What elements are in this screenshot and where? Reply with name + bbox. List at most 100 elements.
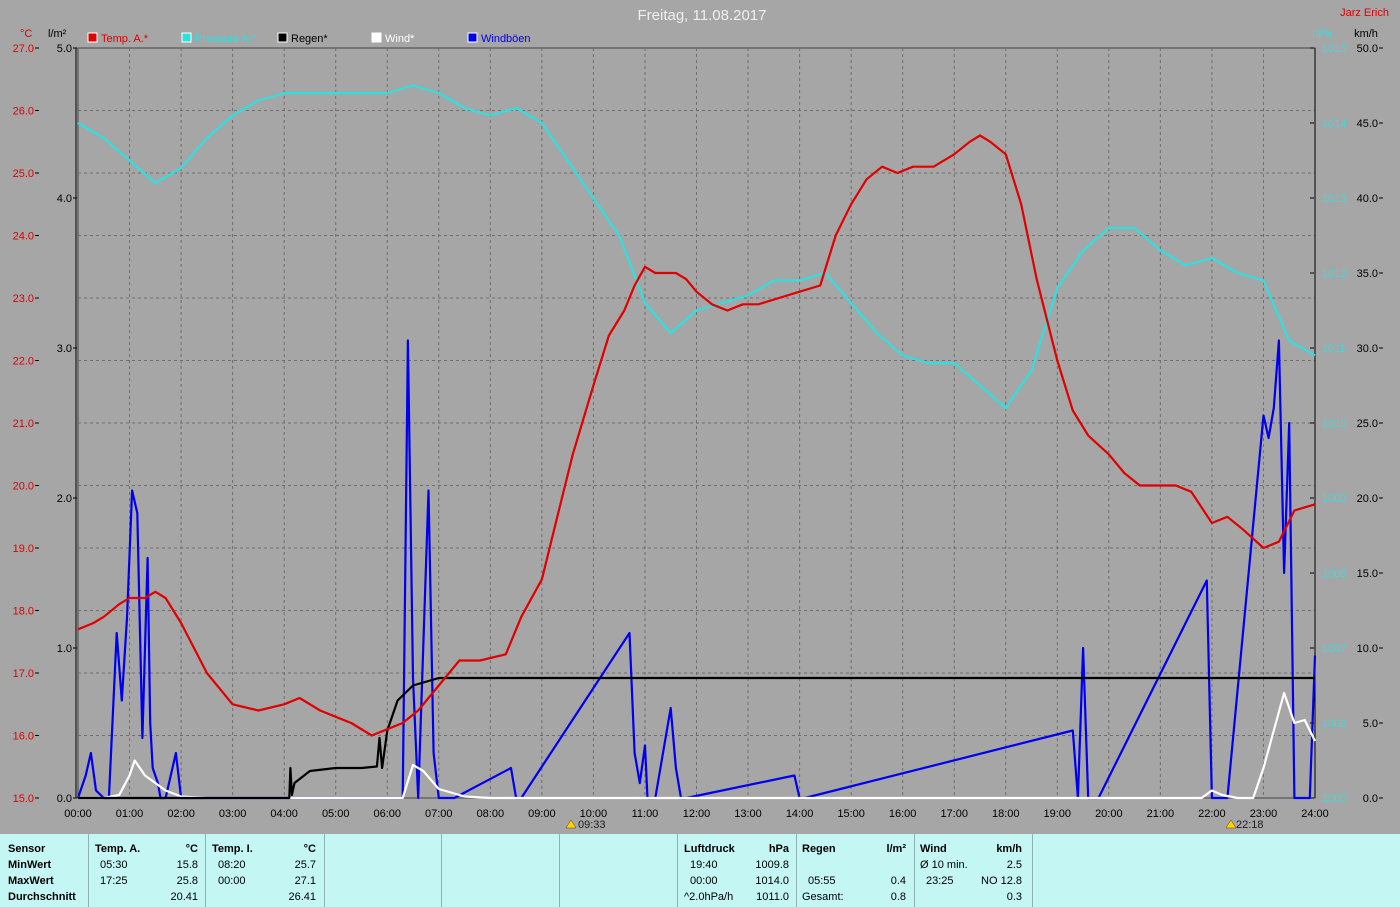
pressure-max-value: 1014.0	[755, 875, 789, 887]
wind-tick: 45.0	[1357, 118, 1378, 130]
wind-tick: 25.0	[1357, 418, 1378, 430]
rain-tick: 2.0	[57, 493, 72, 505]
wind-tick: 10.0	[1357, 643, 1378, 655]
wind-avg: 0.3	[1006, 891, 1022, 903]
rain-tick: 5.0	[57, 43, 72, 55]
temp-tick: 25.0	[13, 168, 34, 180]
legend-swatch	[371, 32, 382, 43]
wind-unit-label: km/h	[1354, 28, 1378, 40]
temp-a-title: Temp. A.	[95, 843, 141, 855]
pressure-tick: 1005	[1322, 793, 1346, 805]
wind-unit: km/h	[996, 843, 1022, 855]
rain-total: 0.8	[890, 891, 906, 903]
temp-tick: 26.0	[13, 106, 34, 118]
x-tick: 09:00	[528, 808, 556, 820]
wind-tick: 5.0	[1363, 718, 1378, 730]
pressure-avg: 1011.0	[756, 891, 789, 903]
legend-swatch	[467, 32, 478, 43]
temp-tick: 17.0	[13, 668, 34, 680]
pressure-tick: 1012	[1322, 268, 1346, 280]
pressure-tick: 1014	[1322, 118, 1346, 130]
x-tick: 22:00	[1198, 808, 1226, 820]
temp-tick: 16.0	[13, 731, 34, 743]
x-tick: 08:00	[477, 808, 505, 820]
x-tick: 11:00	[632, 808, 659, 820]
x-tick: 20:00	[1095, 808, 1123, 820]
chart-title: Freitag, 11.08.2017	[638, 7, 767, 24]
pressure-min-value: 1009.8	[755, 859, 789, 871]
temp-i-min-value: 25.7	[294, 859, 316, 871]
x-tick: 18:00	[992, 808, 1020, 820]
temp-tick: 19.0	[13, 543, 34, 555]
rain-max-value: 0.4	[890, 875, 906, 887]
temp-tick: 21.0	[13, 418, 34, 430]
wind-tick: 20.0	[1357, 493, 1378, 505]
pressure-tick: 1007	[1322, 643, 1346, 655]
x-tick: 14:00	[786, 808, 814, 820]
rain-title: Regen	[802, 843, 836, 855]
legend-label: Temp. A.*	[101, 33, 149, 45]
x-tick: 00:00	[64, 808, 92, 820]
pressure-tick: 1010	[1322, 418, 1346, 430]
legend-label: Pressure A.*	[195, 33, 257, 45]
temp-tick: 15.0	[13, 793, 34, 805]
temp-i-avg: 26.41	[288, 891, 316, 903]
legend-swatch	[277, 32, 288, 43]
legend-swatch	[181, 32, 192, 43]
x-tick: 15:00	[837, 808, 865, 820]
temp-tick: 23.0	[13, 293, 34, 305]
x-tick: 05:00	[322, 808, 350, 820]
row-label-sensor: Sensor	[8, 843, 46, 855]
temp-a-min-value: 15.8	[176, 859, 198, 871]
x-tick: 07:00	[425, 808, 453, 820]
wind-max-time: 23:25	[926, 875, 954, 887]
rain-tick: 0.0	[57, 793, 72, 805]
temp-i-max-time: 00:00	[218, 875, 246, 887]
stats-table: Sensor MinWert MaxWert Durchschnitt Temp…	[0, 834, 1400, 907]
wind-max-value: NO 12.8	[981, 875, 1022, 887]
temp-tick: 27.0	[13, 43, 34, 55]
wind-tick: 0.0	[1363, 793, 1378, 805]
temp-tick: 24.0	[13, 231, 34, 243]
pressure-min-time: 19:40	[690, 859, 718, 871]
x-tick: 13:00	[734, 808, 762, 820]
temp-a-min-time: 05:30	[100, 859, 128, 871]
row-label-avg: Durchschnitt	[8, 891, 76, 903]
legend-swatch	[87, 32, 98, 43]
wind-avg-value: 2.5	[1006, 859, 1022, 871]
x-tick: 19:00	[1044, 808, 1072, 820]
temp-i-min-time: 08:20	[218, 859, 246, 871]
wind-title: Wind	[920, 843, 947, 855]
temp-i-max-value: 27.1	[294, 875, 316, 887]
weather-chart: Freitag, 11.08.2017 Jarz Erich °C l/m² h…	[0, 0, 1400, 834]
x-tick: 06:00	[373, 808, 401, 820]
sunrise-time: 09:33	[578, 819, 606, 831]
x-tick: 17:00	[940, 808, 968, 820]
x-tick: 01:00	[116, 808, 144, 820]
rain-tick: 3.0	[57, 343, 72, 355]
x-tick: 24:00	[1301, 808, 1329, 820]
wind-tick: 15.0	[1357, 568, 1378, 580]
pressure-unit-label: hPa	[1312, 28, 1332, 40]
x-tick: 21:00	[1147, 808, 1175, 820]
temp-i-unit: °C	[303, 843, 316, 855]
pressure-tick: 1013	[1322, 193, 1346, 205]
author-label: Jarz Erich	[1340, 7, 1389, 19]
temp-i-title: Temp. I.	[212, 843, 253, 855]
pressure-unit: hPa	[768, 843, 789, 855]
x-tick: 03:00	[219, 808, 247, 820]
temp-tick: 18.0	[13, 606, 34, 618]
wind-tick: 35.0	[1357, 268, 1378, 280]
wind-tick: 30.0	[1357, 343, 1378, 355]
wind-avg-label: Ø 10 min.	[920, 859, 968, 871]
pressure-trend: ^2.0hPa/h	[684, 891, 734, 903]
pressure-tick: 1006	[1322, 718, 1346, 730]
row-label-max: MaxWert	[8, 875, 54, 887]
rain-max-time: 05:55	[808, 875, 836, 887]
x-tick: 16:00	[889, 808, 917, 820]
rain-tick: 1.0	[57, 643, 72, 655]
temp-a-avg: 20.41	[170, 891, 198, 903]
x-tick: 02:00	[167, 808, 195, 820]
x-tick: 12:00	[683, 808, 711, 820]
legend-label: Windböen	[481, 33, 531, 45]
